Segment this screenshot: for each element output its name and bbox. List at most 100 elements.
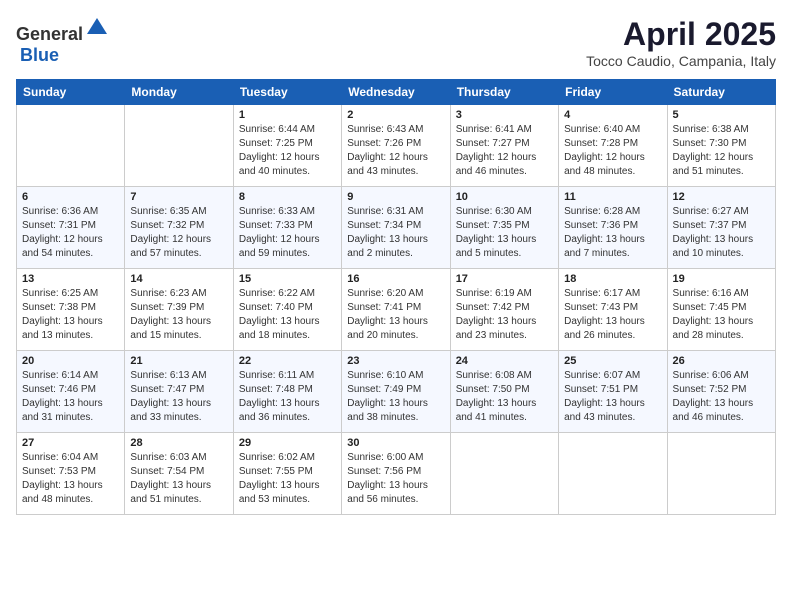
day-number: 11 (564, 191, 661, 203)
calendar-cell: 2 Sunrise: 6:43 AM Sunset: 7:26 PM Daylig… (342, 105, 450, 187)
logo: General Blue (16, 16, 109, 66)
calendar-cell: 11 Sunrise: 6:28 AM Sunset: 7:36 PM Dayli… (559, 187, 667, 269)
calendar-cell: 3 Sunrise: 6:41 AM Sunset: 7:27 PM Daylig… (450, 105, 558, 187)
day-number: 1 (239, 109, 336, 121)
day-info: Sunrise: 6:20 AM Sunset: 7:41 PM Dayligh… (347, 287, 444, 343)
day-number: 13 (22, 273, 119, 285)
day-number: 30 (347, 437, 444, 449)
day-info: Sunrise: 6:43 AM Sunset: 7:26 PM Dayligh… (347, 123, 444, 179)
day-info: Sunrise: 6:30 AM Sunset: 7:35 PM Dayligh… (456, 205, 553, 261)
week-row: 27 Sunrise: 6:04 AM Sunset: 7:53 PM Dayli… (17, 433, 776, 515)
title-block: April 2025 Tocco Caudio, Campania, Italy (586, 16, 776, 69)
day-info: Sunrise: 6:41 AM Sunset: 7:27 PM Dayligh… (456, 123, 553, 179)
day-number: 25 (564, 355, 661, 367)
day-number: 22 (239, 355, 336, 367)
day-info: Sunrise: 6:02 AM Sunset: 7:55 PM Dayligh… (239, 451, 336, 507)
weekday-header: Wednesday (342, 80, 450, 105)
calendar-cell: 13 Sunrise: 6:25 AM Sunset: 7:38 PM Dayli… (17, 269, 125, 351)
calendar-cell: 25 Sunrise: 6:07 AM Sunset: 7:51 PM Dayli… (559, 351, 667, 433)
day-info: Sunrise: 6:13 AM Sunset: 7:47 PM Dayligh… (130, 369, 227, 425)
calendar-cell: 23 Sunrise: 6:10 AM Sunset: 7:49 PM Dayli… (342, 351, 450, 433)
day-info: Sunrise: 6:25 AM Sunset: 7:38 PM Dayligh… (22, 287, 119, 343)
day-number: 3 (456, 109, 553, 121)
location-title: Tocco Caudio, Campania, Italy (586, 53, 776, 69)
calendar-cell: 16 Sunrise: 6:20 AM Sunset: 7:41 PM Dayli… (342, 269, 450, 351)
weekday-header: Monday (125, 80, 233, 105)
day-info: Sunrise: 6:19 AM Sunset: 7:42 PM Dayligh… (456, 287, 553, 343)
day-info: Sunrise: 6:03 AM Sunset: 7:54 PM Dayligh… (130, 451, 227, 507)
calendar-cell: 19 Sunrise: 6:16 AM Sunset: 7:45 PM Dayli… (667, 269, 775, 351)
weekday-header: Sunday (17, 80, 125, 105)
day-info: Sunrise: 6:31 AM Sunset: 7:34 PM Dayligh… (347, 205, 444, 261)
page-header: General Blue April 2025 Tocco Caudio, Ca… (16, 16, 776, 69)
day-info: Sunrise: 6:08 AM Sunset: 7:50 PM Dayligh… (456, 369, 553, 425)
day-info: Sunrise: 6:28 AM Sunset: 7:36 PM Dayligh… (564, 205, 661, 261)
calendar-cell (667, 433, 775, 515)
calendar-cell: 21Sunrise: 6:13 AM Sunset: 7:47 PM Dayli… (125, 351, 233, 433)
day-info: Sunrise: 6:40 AM Sunset: 7:28 PM Dayligh… (564, 123, 661, 179)
day-info: Sunrise: 6:04 AM Sunset: 7:53 PM Dayligh… (22, 451, 119, 507)
day-number: 12 (673, 191, 770, 203)
calendar-cell: 8Sunrise: 6:33 AM Sunset: 7:33 PM Daylig… (233, 187, 341, 269)
day-info: Sunrise: 6:00 AM Sunset: 7:56 PM Dayligh… (347, 451, 444, 507)
calendar-cell (559, 433, 667, 515)
calendar-cell: 7Sunrise: 6:35 AM Sunset: 7:32 PM Daylig… (125, 187, 233, 269)
day-number: 15 (239, 273, 336, 285)
day-number: 9 (347, 191, 444, 203)
week-row: 1 Sunrise: 6:44 AM Sunset: 7:25 PM Daylig… (17, 105, 776, 187)
calendar-cell: 20 Sunrise: 6:14 AM Sunset: 7:46 PM Dayli… (17, 351, 125, 433)
day-number: 14 (130, 273, 227, 285)
day-number: 8 (239, 191, 336, 203)
calendar-cell: 24 Sunrise: 6:08 AM Sunset: 7:50 PM Dayli… (450, 351, 558, 433)
week-row: 13 Sunrise: 6:25 AM Sunset: 7:38 PM Dayli… (17, 269, 776, 351)
day-info: Sunrise: 6:11 AM Sunset: 7:48 PM Dayligh… (239, 369, 336, 425)
day-number: 24 (456, 355, 553, 367)
day-info: Sunrise: 6:38 AM Sunset: 7:30 PM Dayligh… (673, 123, 770, 179)
day-number: 27 (22, 437, 119, 449)
month-title: April 2025 (586, 16, 776, 53)
day-info: Sunrise: 6:22 AM Sunset: 7:40 PM Dayligh… (239, 287, 336, 343)
calendar-cell (17, 105, 125, 187)
calendar-cell: 5Sunrise: 6:38 AM Sunset: 7:30 PM Daylig… (667, 105, 775, 187)
day-info: Sunrise: 6:44 AM Sunset: 7:25 PM Dayligh… (239, 123, 336, 179)
day-number: 18 (564, 273, 661, 285)
calendar-cell: 18Sunrise: 6:17 AM Sunset: 7:43 PM Dayli… (559, 269, 667, 351)
day-info: Sunrise: 6:36 AM Sunset: 7:31 PM Dayligh… (22, 205, 119, 261)
day-number: 10 (456, 191, 553, 203)
calendar-cell: 14 Sunrise: 6:23 AM Sunset: 7:39 PM Dayli… (125, 269, 233, 351)
logo-text: General Blue (16, 16, 109, 66)
weekday-header: Tuesday (233, 80, 341, 105)
week-row: 20 Sunrise: 6:14 AM Sunset: 7:46 PM Dayli… (17, 351, 776, 433)
calendar-cell: 29 Sunrise: 6:02 AM Sunset: 7:55 PM Dayli… (233, 433, 341, 515)
day-number: 7 (130, 191, 227, 203)
logo-icon (85, 16, 109, 40)
calendar-cell: 26 Sunrise: 6:06 AM Sunset: 7:52 PM Dayli… (667, 351, 775, 433)
calendar-cell: 10 Sunrise: 6:30 AM Sunset: 7:35 PM Dayli… (450, 187, 558, 269)
day-info: Sunrise: 6:23 AM Sunset: 7:39 PM Dayligh… (130, 287, 227, 343)
day-info: Sunrise: 6:06 AM Sunset: 7:52 PM Dayligh… (673, 369, 770, 425)
weekday-header-row: SundayMondayTuesdayWednesdayThursdayFrid… (17, 80, 776, 105)
weekday-header: Thursday (450, 80, 558, 105)
calendar-cell: 4 Sunrise: 6:40 AM Sunset: 7:28 PM Daylig… (559, 105, 667, 187)
day-number: 2 (347, 109, 444, 121)
day-number: 19 (673, 273, 770, 285)
calendar-cell: 9 Sunrise: 6:31 AM Sunset: 7:34 PM Daylig… (342, 187, 450, 269)
calendar-table: SundayMondayTuesdayWednesdayThursdayFrid… (16, 79, 776, 515)
day-number: 23 (347, 355, 444, 367)
day-number: 20 (22, 355, 119, 367)
day-info: Sunrise: 6:07 AM Sunset: 7:51 PM Dayligh… (564, 369, 661, 425)
day-number: 16 (347, 273, 444, 285)
day-number: 17 (456, 273, 553, 285)
day-number: 29 (239, 437, 336, 449)
day-info: Sunrise: 6:14 AM Sunset: 7:46 PM Dayligh… (22, 369, 119, 425)
calendar-cell: 17 Sunrise: 6:19 AM Sunset: 7:42 PM Dayli… (450, 269, 558, 351)
day-number: 26 (673, 355, 770, 367)
day-info: Sunrise: 6:27 AM Sunset: 7:37 PM Dayligh… (673, 205, 770, 261)
calendar-cell: 27 Sunrise: 6:04 AM Sunset: 7:53 PM Dayli… (17, 433, 125, 515)
calendar-cell: 12 Sunrise: 6:27 AM Sunset: 7:37 PM Dayli… (667, 187, 775, 269)
calendar-cell: 1 Sunrise: 6:44 AM Sunset: 7:25 PM Daylig… (233, 105, 341, 187)
day-info: Sunrise: 6:10 AM Sunset: 7:49 PM Dayligh… (347, 369, 444, 425)
day-info: Sunrise: 6:16 AM Sunset: 7:45 PM Dayligh… (673, 287, 770, 343)
week-row: 6Sunrise: 6:36 AM Sunset: 7:31 PM Daylig… (17, 187, 776, 269)
day-number: 4 (564, 109, 661, 121)
